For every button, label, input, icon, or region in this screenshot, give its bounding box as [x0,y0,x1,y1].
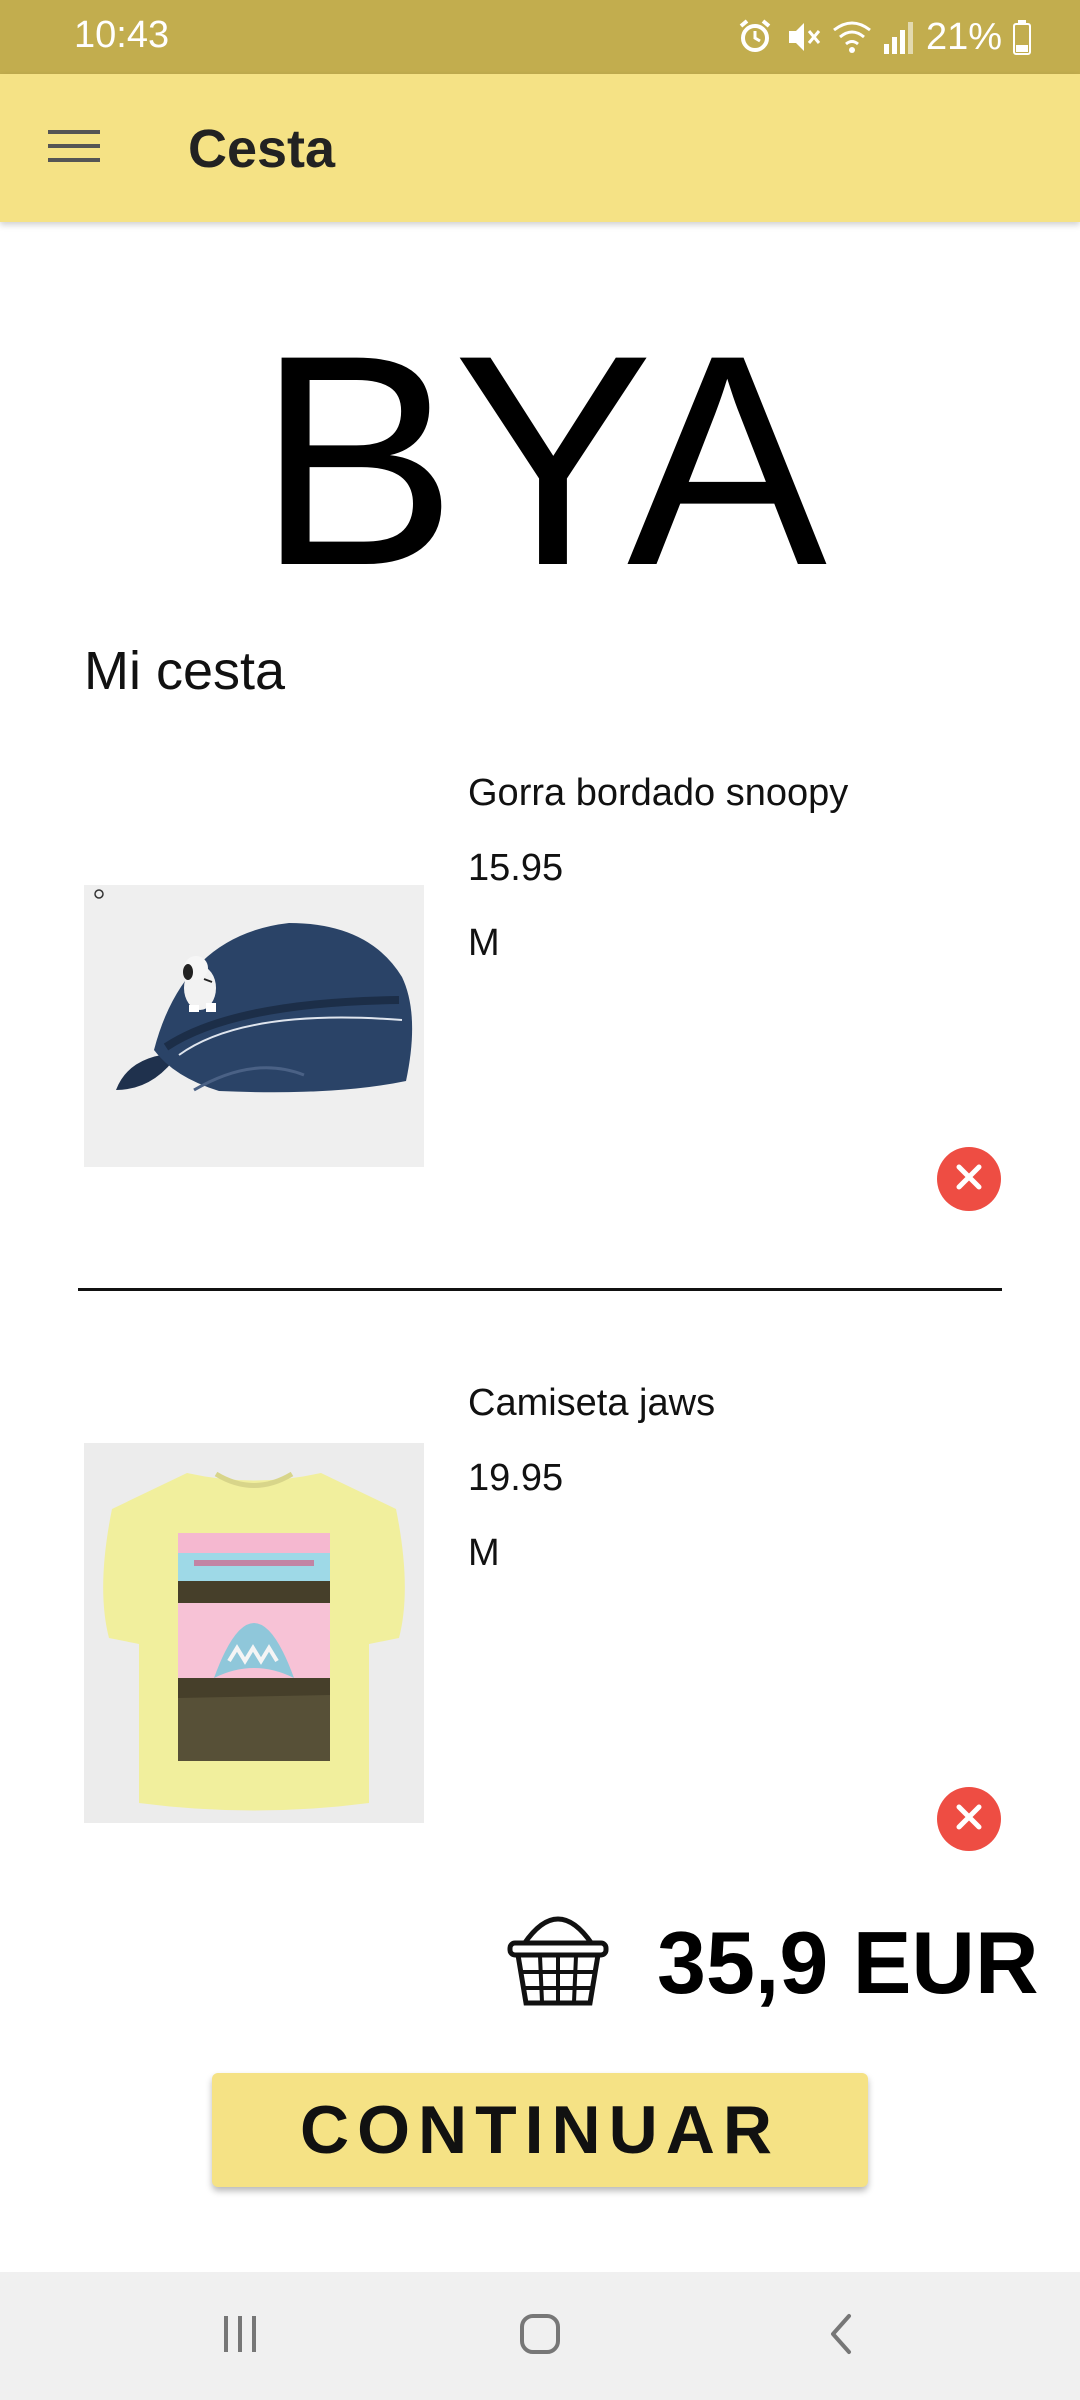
continue-button[interactable]: CONTINUAR [212,2073,868,2187]
remove-icon [955,1163,983,1196]
mute-icon [784,18,822,56]
product-price: 15.95 [468,847,564,889]
brand-logo: BYA [256,292,827,628]
battery-percentage: 21% [925,15,1002,58]
product-size: M [468,922,500,964]
product-image-tshirt [84,1443,424,1823]
hamburger-menu-icon [48,126,100,171]
basket-icon [502,1900,614,2012]
cart-item: Camiseta jaws 19.95 M [0,1370,1080,1851]
recents-button[interactable] [160,2272,320,2400]
back-icon [825,2312,855,2361]
product-name: Camiseta jaws [468,1382,716,1424]
product-size: M [468,1532,500,1574]
menu-button[interactable] [40,114,108,182]
signal-icon [882,18,916,56]
back-button[interactable] [760,2272,920,2400]
remove-icon [955,1803,983,1836]
status-bar: 10:43 21% [0,0,1080,74]
navigation-bar [0,2272,1080,2400]
section-title: Mi cesta [84,641,286,701]
product-image-cap [84,885,424,1167]
product-name: Gorra bordado snoopy [468,772,849,814]
alarm-icon [736,18,774,56]
product-price: 19.95 [468,1457,564,1499]
battery-icon [1012,18,1032,56]
recents-icon [220,2314,260,2359]
status-time: 10:43 [74,14,170,56]
home-button[interactable] [460,2272,620,2400]
wifi-icon [832,18,872,56]
remove-item-button[interactable] [937,1787,1001,1851]
app-bar: Cesta [0,74,1080,222]
home-icon [518,2312,562,2361]
cart-item: Gorra bordado snoopy 15.95 M [0,760,1080,1220]
remove-item-button[interactable] [937,1147,1001,1211]
status-icons: 21% [736,12,1032,62]
total-price: 35,9 EUR [657,1913,1039,2012]
divider [78,1288,1002,1291]
page-title: Cesta [188,119,336,179]
